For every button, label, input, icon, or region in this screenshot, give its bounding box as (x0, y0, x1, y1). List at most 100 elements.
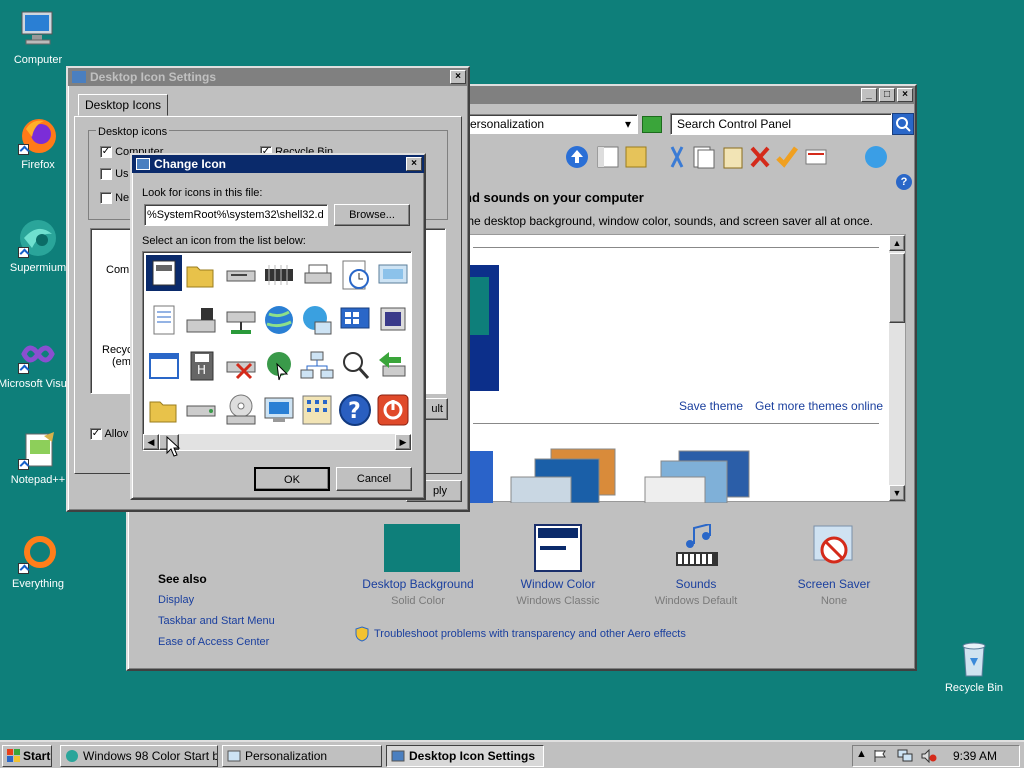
search-input[interactable]: Search Control Panel (670, 113, 892, 135)
application-window-icon[interactable] (146, 348, 182, 384)
icon-file-path-input[interactable]: %SystemRoot%\system32\shell32.d (144, 204, 328, 226)
refresh-icon[interactable] (642, 116, 662, 133)
file-path-value: %SystemRoot%\system32\shell32.d (147, 209, 324, 221)
magnifier-icon[interactable] (337, 348, 373, 384)
volume-muted-icon[interactable] (921, 748, 937, 764)
start-button[interactable]: Start (2, 745, 52, 767)
task-label: Windows 98 Color Start b... (83, 749, 218, 763)
scroll-left-button[interactable]: ◀ (143, 434, 159, 450)
cd-drive-icon[interactable] (223, 392, 259, 428)
preview-label-recycle: Recyc (102, 344, 133, 356)
network-globe-icon[interactable] (299, 302, 335, 338)
save-theme-link[interactable]: Save theme (679, 399, 743, 413)
search-icon[interactable] (892, 113, 914, 135)
shortcut-arrow-icon (18, 247, 29, 258)
page-heading: nd sounds on your computer (464, 190, 644, 205)
network-computers-icon[interactable] (299, 348, 335, 384)
checkbox-allow-themes[interactable]: ✓ Allov (90, 428, 129, 441)
desktop-icon-computer[interactable]: Computer (0, 10, 78, 67)
screen-saver-link[interactable]: Screen Saver (744, 577, 924, 591)
close-button[interactable]: × (450, 70, 466, 84)
checkbox-icon[interactable] (100, 168, 112, 181)
computer-drive-icon[interactable] (183, 302, 219, 338)
help-question-icon[interactable]: ? (337, 392, 373, 428)
checkbox-label: Us (115, 168, 129, 180)
visual-studio-icon (18, 334, 58, 374)
network-icon[interactable] (897, 749, 913, 763)
window-frame-icon[interactable] (375, 302, 411, 338)
checkbox-icon[interactable]: ✓ (90, 428, 102, 441)
globe-icon[interactable] (261, 302, 297, 338)
memory-chip-icon[interactable] (261, 257, 297, 293)
folder-icon[interactable] (183, 257, 219, 293)
checkbox-icon[interactable]: ✓ (100, 146, 112, 159)
hard-drive-icon[interactable] (183, 392, 219, 428)
desktop-computer-icon[interactable] (261, 392, 297, 428)
desktop-icon-recycle-bin[interactable]: Recycle Bin (934, 638, 1014, 695)
theme-thumbnail-landscapes[interactable] (505, 447, 623, 504)
minimize-button[interactable]: _ (861, 88, 877, 102)
troubleshoot-link[interactable]: Troubleshoot problems with transparency … (374, 628, 686, 640)
get-more-themes-link[interactable]: Get more themes online (755, 399, 883, 413)
scroll-up-button[interactable]: ▲ (889, 235, 905, 251)
flag-icon[interactable] (873, 749, 887, 763)
maximize-button[interactable]: □ (879, 88, 895, 102)
task-label: Desktop Icon Settings (409, 749, 536, 763)
desktop-icon-everything[interactable]: Everything (0, 534, 78, 591)
chevron-down-icon[interactable]: ▾ (625, 115, 631, 133)
see-also-ease-of-access-link[interactable]: Ease of Access Center (158, 636, 269, 648)
checkbox-label: Allov (104, 428, 129, 440)
select-icon-label: Select an icon from the list below: (142, 235, 306, 247)
checkbox-network[interactable]: Ne (100, 192, 129, 205)
folder-icon[interactable] (146, 392, 182, 428)
see-also-display-link[interactable]: Display (158, 594, 194, 606)
desktop-icon (136, 158, 150, 170)
question-icon[interactable]: ? (896, 174, 912, 190)
selected-icon-frame[interactable] (146, 255, 182, 291)
icon-grid[interactable]: H ? ◀ ▶ (142, 251, 412, 451)
printer-icon[interactable] (299, 257, 335, 293)
vertical-scrollbar[interactable]: ▲ ▼ (889, 235, 905, 501)
desktop-icon-settings-titlebar[interactable]: Desktop Icon Settings × (68, 68, 468, 86)
see-also-taskbar-link[interactable]: Taskbar and Start Menu (158, 615, 275, 627)
window-color-icon[interactable] (534, 524, 582, 572)
taskbar-item-desktop-icon-settings[interactable]: Desktop Icon Settings (386, 745, 544, 767)
cancel-button[interactable]: Cancel (336, 467, 412, 491)
globe-cursor-icon[interactable] (261, 348, 297, 384)
monitor-icon[interactable] (375, 257, 411, 293)
drive-error-icon[interactable] (223, 348, 259, 384)
show-hidden-icons-icon[interactable]: ▲ (856, 748, 867, 760)
windows-logo-icon (7, 749, 21, 763)
taskbar-item-win98-start[interactable]: Windows 98 Color Start b... (60, 745, 218, 767)
grid-dialog-icon[interactable] (299, 392, 335, 428)
scroll-thumb[interactable] (889, 253, 905, 323)
ok-button[interactable]: OK (254, 467, 330, 491)
theme-thumbnail-nature[interactable] (639, 447, 757, 504)
scroll-down-button[interactable]: ▼ (889, 485, 905, 501)
screen-saver-icon[interactable] (810, 524, 860, 572)
floppy-drive-icon[interactable] (223, 257, 259, 293)
clock[interactable]: 9:39 AM (953, 749, 997, 763)
checkbox-icon[interactable] (100, 192, 112, 205)
save-floppy-icon[interactable]: H (183, 348, 219, 384)
clock-document-icon[interactable] (337, 257, 373, 293)
power-icon[interactable] (375, 392, 411, 428)
page-subheading: the desktop background, window color, so… (464, 214, 873, 228)
search-placeholder: Search Control Panel (677, 117, 792, 131)
horizontal-scrollbar[interactable]: ◀ ▶ (143, 434, 411, 450)
taskbar-item-personalization[interactable]: Personalization (222, 745, 382, 767)
display-settings-icon[interactable] (337, 302, 373, 338)
address-bar[interactable]: Personalization ▾ (458, 114, 638, 134)
tab-desktop-icons[interactable]: Desktop Icons (78, 94, 169, 116)
browse-button[interactable]: Browse... (334, 204, 410, 226)
sounds-icon[interactable] (672, 522, 722, 572)
network-drive-icon[interactable] (223, 302, 259, 338)
close-button[interactable]: × (406, 157, 422, 171)
checkbox-user-files[interactable]: Us (100, 168, 129, 181)
text-document-icon[interactable] (146, 302, 182, 338)
desktop-background-thumbnail[interactable] (384, 524, 460, 572)
green-arrow-icon[interactable] (375, 348, 411, 384)
scroll-right-button[interactable]: ▶ (395, 434, 411, 450)
close-button[interactable]: × (897, 88, 913, 102)
change-icon-titlebar[interactable]: Change Icon × (132, 155, 424, 173)
